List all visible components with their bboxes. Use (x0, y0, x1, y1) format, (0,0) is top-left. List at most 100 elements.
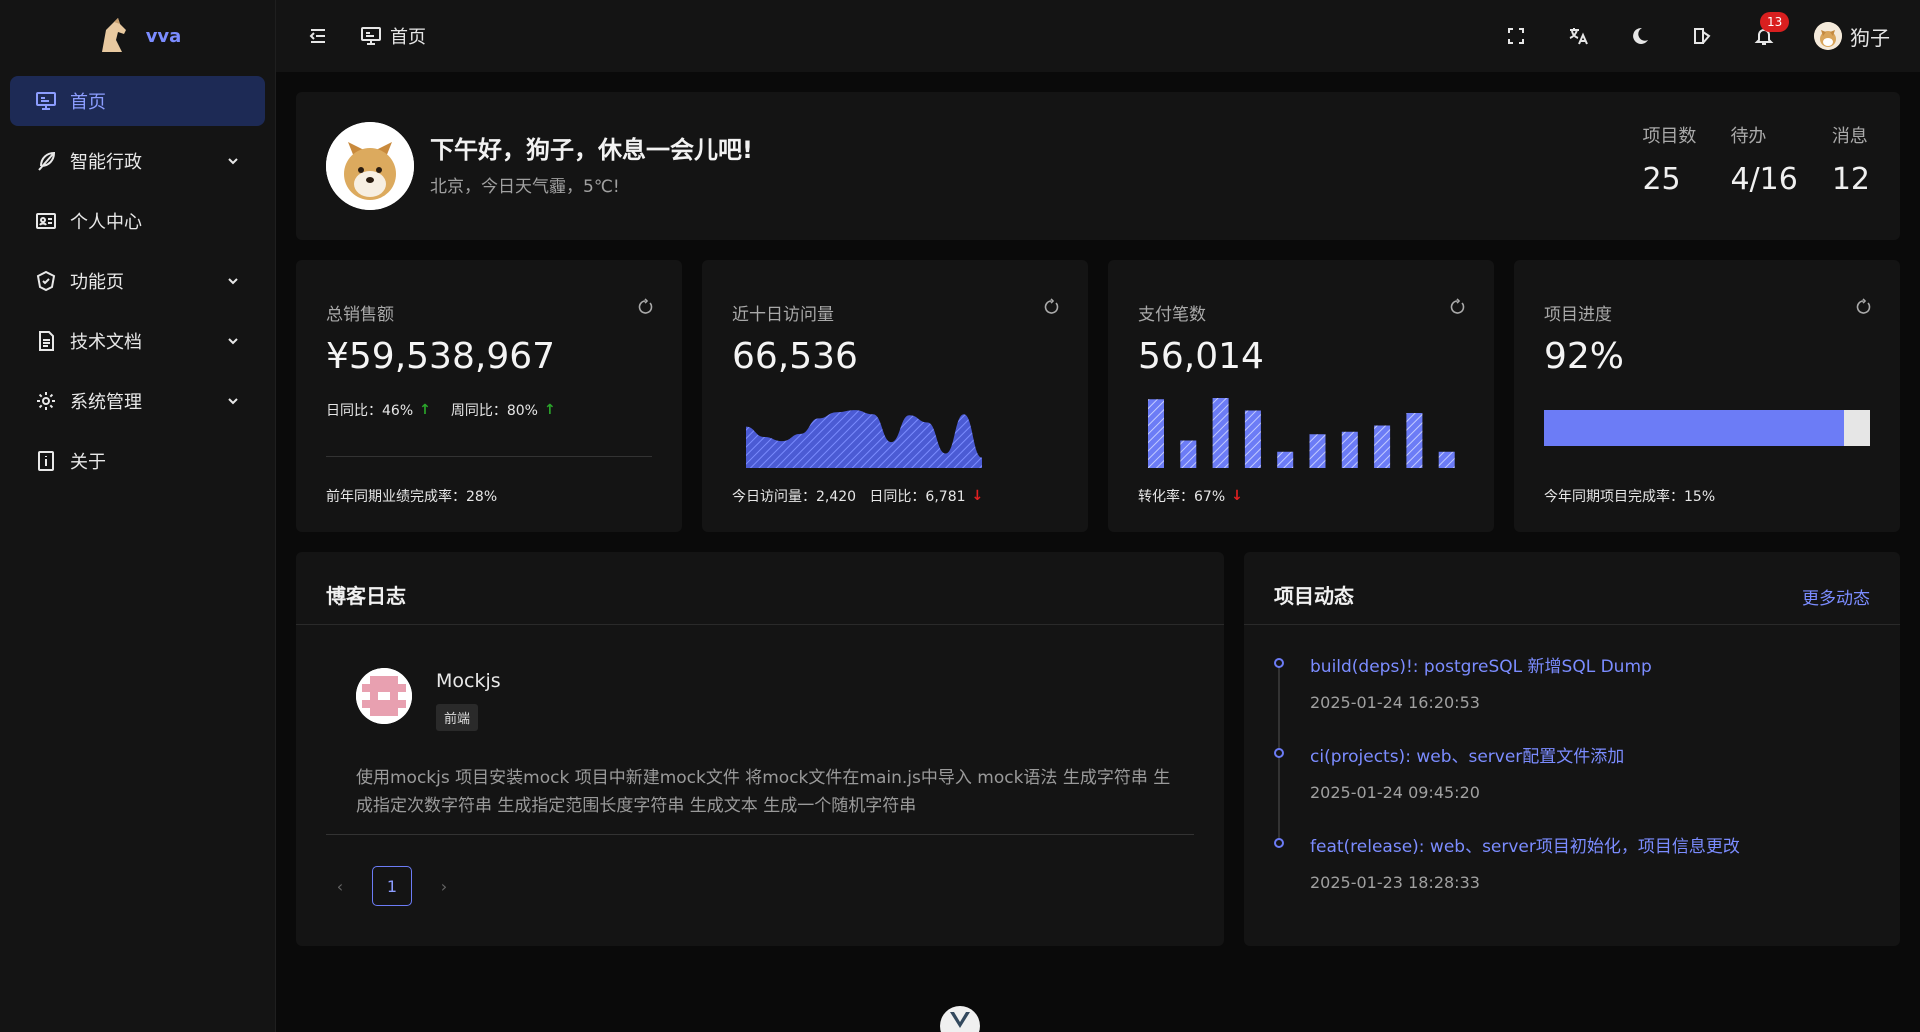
app-name: vva (145, 25, 182, 47)
refresh-icon[interactable] (1042, 298, 1060, 316)
more-activity-link[interactable]: 更多动态 (1802, 584, 1870, 609)
timeline-title[interactable]: build(deps)!: postgreSQL 新增SQL Dump (1310, 652, 1740, 677)
timeline-title[interactable]: ci(projects): web、server配置文件添加 (1310, 742, 1740, 767)
bar (1212, 398, 1229, 468)
bar (1277, 451, 1294, 468)
area-series (746, 410, 982, 468)
divider (1244, 624, 1900, 625)
scroll-toggle-button[interactable] (940, 1006, 980, 1032)
page-number-button[interactable]: 1 (372, 866, 412, 906)
sidebar-item-home[interactable]: 首页 (10, 76, 265, 126)
sidebar-item-label: 关于 (70, 452, 106, 473)
sidebar-item-label: 功能页 (70, 272, 124, 293)
daily-compare: 日同比：46% (326, 403, 414, 419)
kpi-title: 支付笔数 (1138, 305, 1206, 325)
kpi-comparisons: 日同比：46% ↑ 周同比：80% ↑ (326, 400, 556, 420)
divider (326, 456, 652, 457)
next-page-button[interactable]: › (436, 877, 452, 896)
prev-page-button[interactable]: ‹ (332, 877, 348, 896)
timeline-item: ci(projects): web、server配置文件添加 2025-01-2… (1274, 742, 1740, 832)
sidebar-item-label: 个人中心 (70, 212, 142, 233)
bar (1438, 451, 1455, 468)
timeline-dot (1274, 748, 1284, 758)
bell-icon[interactable]: 13 (1752, 12, 1790, 48)
kpi-value: 92% (1544, 336, 1625, 377)
stat-value: 4/16 (1730, 162, 1798, 197)
horse-logo-icon (101, 18, 126, 52)
refresh-icon[interactable] (636, 298, 654, 316)
conversion-rate: 转化率：67% (1138, 489, 1226, 505)
sidebar-item-about[interactable]: 关于 (10, 436, 265, 486)
visits-footer-text: 今日访问量：2,420 日同比：6,781 (732, 489, 966, 505)
progress-bar (1544, 410, 1870, 446)
gear-icon (34, 389, 58, 413)
monitor-icon (34, 89, 58, 113)
stat-value: 12 (1831, 162, 1870, 197)
bar (1374, 425, 1391, 468)
collapse-menu-icon[interactable] (306, 24, 330, 48)
sidebar-item-system[interactable]: 系统管理 (10, 376, 265, 426)
kpi-value: ¥59,538,967 (326, 336, 556, 377)
stat-label: 消息 (1831, 126, 1868, 147)
pagination: ‹ 1 › (332, 866, 452, 906)
moon-icon[interactable] (1628, 24, 1652, 48)
theme-icon[interactable] (1690, 24, 1714, 48)
username: 狗子 (1850, 25, 1890, 50)
sidebar-item-label: 智能行政 (70, 152, 142, 173)
top-header: 首页 13 狗子 (276, 0, 1920, 72)
translate-icon[interactable] (1566, 24, 1590, 48)
breadcrumb[interactable]: 首页 (360, 23, 426, 49)
vue-logo-icon (950, 1012, 970, 1028)
blog-excerpt: 使用mockjs 项目安装mock 项目中新建mock文件 将mock文件在ma… (356, 768, 1171, 816)
timeline-time: 2025-01-23 18:28:33 (1310, 873, 1480, 892)
timeline-dot (1274, 658, 1284, 668)
divider (326, 834, 1194, 835)
visits-area-chart (746, 410, 982, 468)
sidebar-item-features[interactable]: 功能页 (10, 256, 265, 306)
user-menu[interactable]: 狗子 (1814, 22, 1890, 51)
arrow-up-icon: ↑ (543, 402, 556, 418)
stat-value: 25 (1642, 162, 1681, 197)
blog-card: 博客日志 Mockjs 前端 使用mockjs 项目安装mock 项目中新建mo… (296, 552, 1224, 946)
header-actions: 13 狗子 (1504, 12, 1890, 51)
sidebar-item-label: 技术文档 (70, 332, 142, 353)
monitor-icon (361, 27, 381, 45)
kpi-sales-card: 总销售额 ¥59,538,967 日同比：46% ↑ 周同比：80% ↑ 前年同… (296, 260, 682, 532)
sidebar-item-smart-admin[interactable]: 智能行政 (10, 136, 265, 186)
bar (1309, 434, 1326, 468)
bar (1244, 410, 1261, 468)
info-icon (34, 449, 58, 473)
chevron-down-icon (228, 158, 238, 165)
progress-fill (1544, 410, 1844, 446)
timeline-item: build(deps)!: postgreSQL 新增SQL Dump 2025… (1274, 652, 1740, 742)
kpi-footer: 今年同期项目完成率：15% (1544, 489, 1716, 505)
activity-card: 项目动态 更多动态 build(deps)!: postgreSQL 新增SQL… (1244, 552, 1900, 946)
timeline-title[interactable]: feat(release): web、server项目初始化，项目信息更改 (1310, 832, 1740, 857)
fullscreen-icon[interactable] (1504, 24, 1528, 48)
welcome-card: 下午好，狗子，休息一会儿吧! 北京，今日天气霾，5℃! 项目数 25 待办 4/… (296, 92, 1900, 240)
avatar[interactable] (356, 668, 412, 724)
kpi-footer: 今日访问量：2,420 日同比：6,781 ↓ (732, 486, 983, 506)
stat-messages: 消息 12 (1832, 122, 1870, 197)
kpi-title: 项目进度 (1544, 305, 1612, 325)
section-title: 博客日志 (326, 584, 406, 608)
feather-icon (34, 149, 58, 173)
divider (296, 624, 1224, 625)
kpi-title: 近十日访问量 (732, 305, 834, 325)
breadcrumb-label: 首页 (390, 27, 426, 48)
notification-badge: 13 (1760, 12, 1790, 32)
chevron-down-icon (228, 278, 238, 285)
blog-author[interactable]: Mockjs (436, 670, 501, 692)
refresh-icon[interactable] (1448, 298, 1466, 316)
chevron-down-icon (228, 338, 238, 345)
arrow-up-icon: ↑ (419, 402, 431, 418)
weather-subtitle: 北京，今日天气霾，5℃! (430, 177, 620, 197)
sidebar-item-profile[interactable]: 个人中心 (10, 196, 265, 246)
logo[interactable]: vva (0, 0, 275, 72)
refresh-icon[interactable] (1854, 298, 1872, 316)
weekly-compare: 周同比：80% (450, 403, 538, 419)
avatar (326, 122, 414, 210)
document-icon (34, 329, 58, 353)
sidebar-item-docs[interactable]: 技术文档 (10, 316, 265, 366)
timeline-item: feat(release): web、server项目初始化，项目信息更改 20… (1274, 832, 1740, 922)
